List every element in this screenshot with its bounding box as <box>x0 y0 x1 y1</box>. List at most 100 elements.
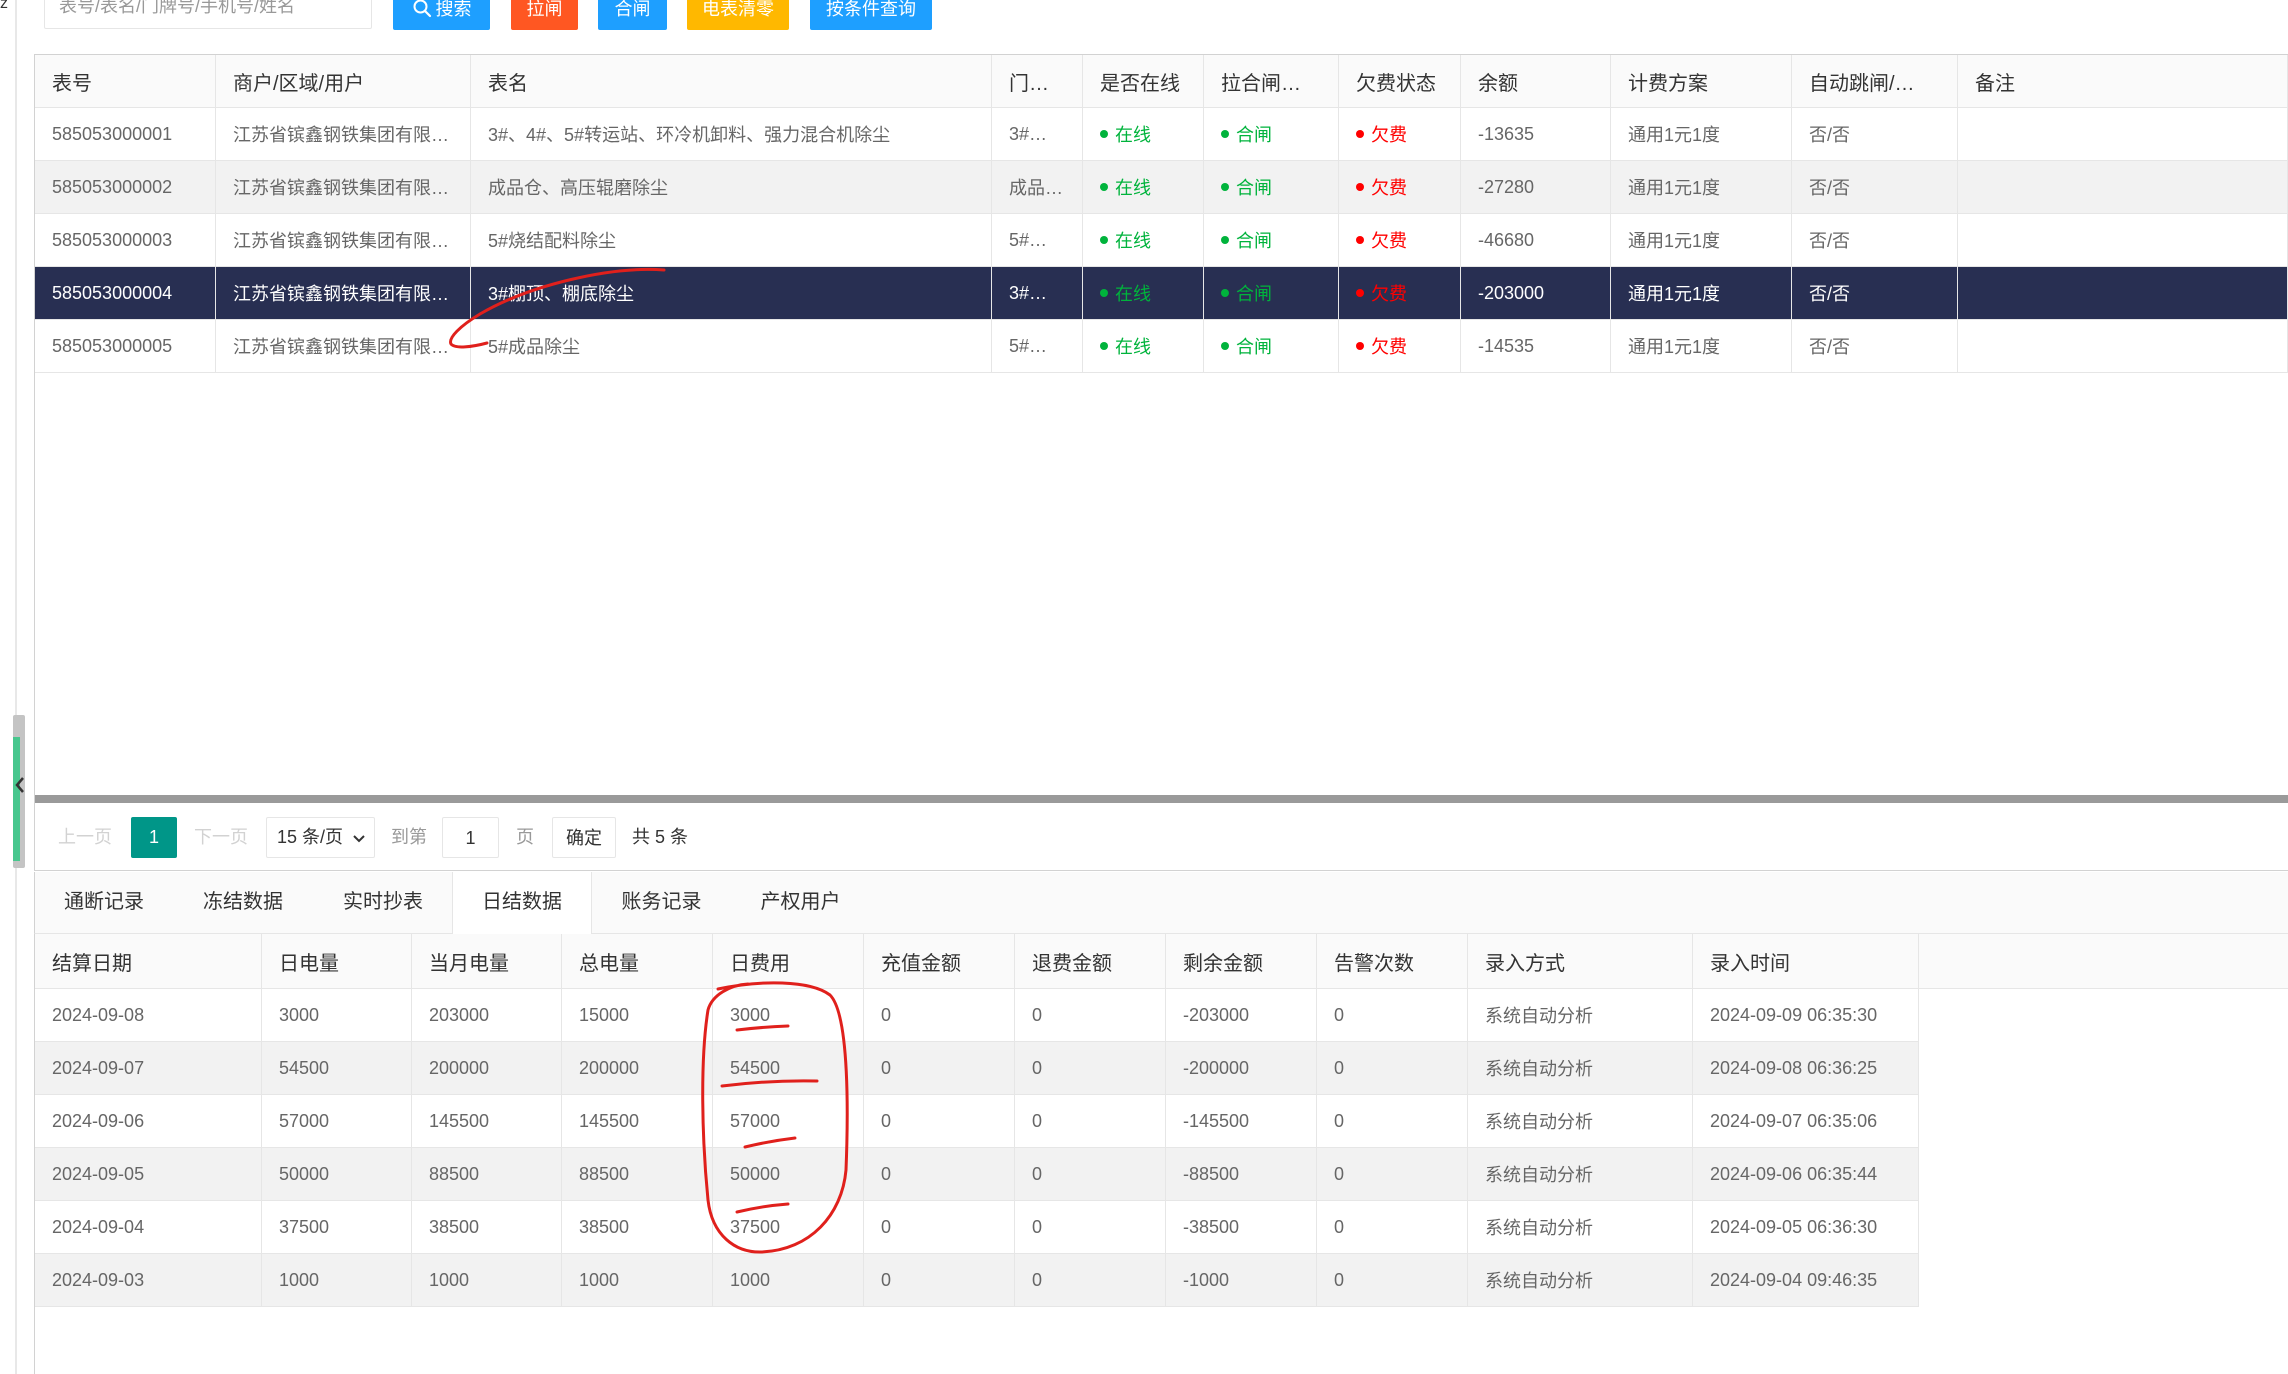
tab-realtime-reading[interactable]: 实时抄表 <box>314 872 452 933</box>
header-billing-plan[interactable]: 计费方案 <box>1611 55 1792 108</box>
page-unit-label: 页 <box>516 827 534 847</box>
header-switch-status[interactable]: 拉合闸… <box>1204 55 1339 108</box>
next-page-button[interactable]: 下一页 <box>194 817 248 858</box>
tab-daily-data[interactable]: 日结数据 <box>452 872 592 934</box>
table-row[interactable]: 2024-09-08 3000 203000 15000 3000 0 0 -2… <box>35 989 1919 1042</box>
cell-billing-plan: 通用1元1度 <box>1611 214 1792 267</box>
table-row[interactable]: 585053000003 江苏省镔鑫钢铁集团有限… 5#烧结配料除尘 5#… 在… <box>35 214 2288 267</box>
online-dot-icon <box>1100 289 1108 297</box>
header-arrears-status[interactable]: 欠费状态 <box>1339 55 1461 108</box>
cell-switch-status: 合闸 <box>1204 320 1339 373</box>
cell-daily-fee: 1000 <box>713 1254 864 1307</box>
cell-balance: -203000 <box>1461 267 1611 320</box>
header-daily-energy[interactable]: 日电量 <box>262 934 412 988</box>
cell-remark <box>1958 267 2288 320</box>
header-total-energy[interactable]: 总电量 <box>562 934 713 988</box>
page-size-select[interactable]: 15 条/页 <box>266 817 375 858</box>
cell-remark <box>1958 108 2288 161</box>
page-size-value: 15 条/页 <box>277 827 344 847</box>
header-recharge-amount[interactable]: 充值金额 <box>864 934 1015 988</box>
header-refund-amount[interactable]: 退费金额 <box>1015 934 1166 988</box>
cell-merchant: 江苏省镔鑫钢铁集团有限… <box>216 267 471 320</box>
cell-balance: -14535 <box>1461 320 1611 373</box>
cell-recharge-amount: 0 <box>864 989 1015 1042</box>
cell-meter-name: 5#烧结配料除尘 <box>471 214 992 267</box>
table-row[interactable]: 2024-09-04 37500 38500 38500 37500 0 0 -… <box>35 1201 1919 1254</box>
cell-merchant: 江苏省镔鑫钢铁集团有限… <box>216 214 471 267</box>
cell-daily-fee: 37500 <box>713 1201 864 1254</box>
goto-page-input[interactable]: 1 <box>442 817 499 858</box>
cell-refund-amount: 0 <box>1015 989 1166 1042</box>
header-balance[interactable]: 余额 <box>1461 55 1611 108</box>
table-row[interactable]: 2024-09-05 50000 88500 88500 50000 0 0 -… <box>35 1148 1919 1201</box>
tab-frozen-data[interactable]: 冻结数据 <box>172 872 314 933</box>
search-button[interactable]: 搜索 <box>393 0 490 30</box>
tab-account-records[interactable]: 账务记录 <box>592 872 731 933</box>
header-entry-method[interactable]: 录入方式 <box>1468 934 1693 988</box>
cell-remark <box>1958 161 2288 214</box>
header-merchant[interactable]: 商户/区域/用户 <box>216 55 471 108</box>
table-row[interactable]: 2024-09-06 57000 145500 145500 57000 0 0… <box>35 1095 1919 1148</box>
cell-door-no: 3#… <box>992 108 1083 161</box>
arrears-dot-icon <box>1356 342 1364 350</box>
header-monthly-energy[interactable]: 当月电量 <box>412 934 562 988</box>
table-row[interactable]: 2024-09-07 54500 200000 200000 54500 0 0… <box>35 1042 1919 1095</box>
detail-tab-bar: 通断记录 冻结数据 实时抄表 日结数据 账务记录 产权用户 <box>34 872 2288 934</box>
header-remark[interactable]: 备注 <box>1958 55 2288 108</box>
cell-refund-amount: 0 <box>1015 1042 1166 1095</box>
cell-monthly-energy: 203000 <box>412 989 562 1042</box>
cell-balance: -46680 <box>1461 214 1611 267</box>
cell-monthly-energy: 1000 <box>412 1254 562 1307</box>
prev-page-button[interactable]: 上一页 <box>58 817 112 858</box>
cell-alarm-count: 0 <box>1317 1148 1468 1201</box>
horizontal-scrollbar[interactable] <box>35 795 2288 803</box>
cell-meter-name: 3#棚顶、棚底除尘 <box>471 267 992 320</box>
chevron-left-icon[interactable] <box>13 773 27 797</box>
cell-entry-time: 2024-09-06 06:35:44 <box>1693 1148 1919 1201</box>
current-page-button[interactable]: 1 <box>131 817 177 858</box>
header-online-status[interactable]: 是否在线 <box>1083 55 1204 108</box>
cell-alarm-count: 0 <box>1317 1095 1468 1148</box>
cell-auto-trip: 否/否 <box>1792 320 1958 373</box>
condition-query-button[interactable]: 按条件查询 <box>810 0 932 30</box>
cell-meter-no: 585053000005 <box>35 320 216 373</box>
header-alarm-count[interactable]: 告警次数 <box>1317 934 1468 988</box>
table-row[interactable]: 585053000001 江苏省镔鑫钢铁集团有限… 3#、4#、5#转运站、环冷… <box>35 108 2288 161</box>
switch-on-button[interactable]: 合闸 <box>598 0 667 30</box>
table-row[interactable]: 585053000002 江苏省镔鑫钢铁集团有限… 成品仓、高压辊磨除尘 成品…… <box>35 161 2288 214</box>
cell-switch-status: 合闸 <box>1204 161 1339 214</box>
table-row[interactable]: 585053000005 江苏省镔鑫钢铁集团有限… 5#成品除尘 5#… 在线 … <box>35 320 2288 373</box>
header-auto-trip[interactable]: 自动跳闸/… <box>1792 55 1958 108</box>
tab-switch-records[interactable]: 通断记录 <box>36 872 172 933</box>
tab-property-users[interactable]: 产权用户 <box>731 872 870 933</box>
table-row-selected[interactable]: 585053000004 江苏省镔鑫钢铁集团有限… 3#棚顶、棚底除尘 3#… … <box>35 267 2288 320</box>
cell-door-no: 5#… <box>992 214 1083 267</box>
header-entry-time[interactable]: 录入时间 <box>1693 934 1919 988</box>
meter-table-panel: 表号 商户/区域/用户 表名 门… 是否在线 拉合闸… 欠费状态 余额 计费方案… <box>34 54 2288 871</box>
cell-total-energy: 38500 <box>562 1201 713 1254</box>
cell-recharge-amount: 0 <box>864 1254 1015 1307</box>
header-settle-date[interactable]: 结算日期 <box>35 934 262 988</box>
search-input[interactable] <box>44 0 372 29</box>
cell-monthly-energy: 145500 <box>412 1095 562 1148</box>
cell-entry-time: 2024-09-08 06:36:25 <box>1693 1042 1919 1095</box>
goto-label: 到第 <box>391 827 427 847</box>
header-meter-no[interactable]: 表号 <box>35 55 216 108</box>
header-door-no[interactable]: 门… <box>992 55 1083 108</box>
total-count: 共 5 条 <box>632 827 689 847</box>
meter-reset-button[interactable]: 电表清零 <box>687 0 789 30</box>
table-row[interactable]: 2024-09-03 1000 1000 1000 1000 0 0 -1000… <box>35 1254 1919 1307</box>
cell-online-status: 在线 <box>1083 161 1204 214</box>
cell-switch-status: 合闸 <box>1204 108 1339 161</box>
cell-remaining-amount: -203000 <box>1166 989 1317 1042</box>
header-remaining-amount[interactable]: 剩余金额 <box>1166 934 1317 988</box>
online-dot-icon <box>1100 183 1108 191</box>
cell-monthly-energy: 88500 <box>412 1148 562 1201</box>
cell-recharge-amount: 0 <box>864 1201 1015 1254</box>
switch-off-button[interactable]: 拉闸 <box>511 0 578 30</box>
goto-confirm-button[interactable]: 确定 <box>552 817 616 858</box>
cell-entry-time: 2024-09-09 06:35:30 <box>1693 989 1919 1042</box>
table-header-row: 表号 商户/区域/用户 表名 门… 是否在线 拉合闸… 欠费状态 余额 计费方案… <box>35 55 2288 108</box>
header-daily-fee[interactable]: 日费用 <box>713 934 864 988</box>
header-meter-name[interactable]: 表名 <box>471 55 992 108</box>
